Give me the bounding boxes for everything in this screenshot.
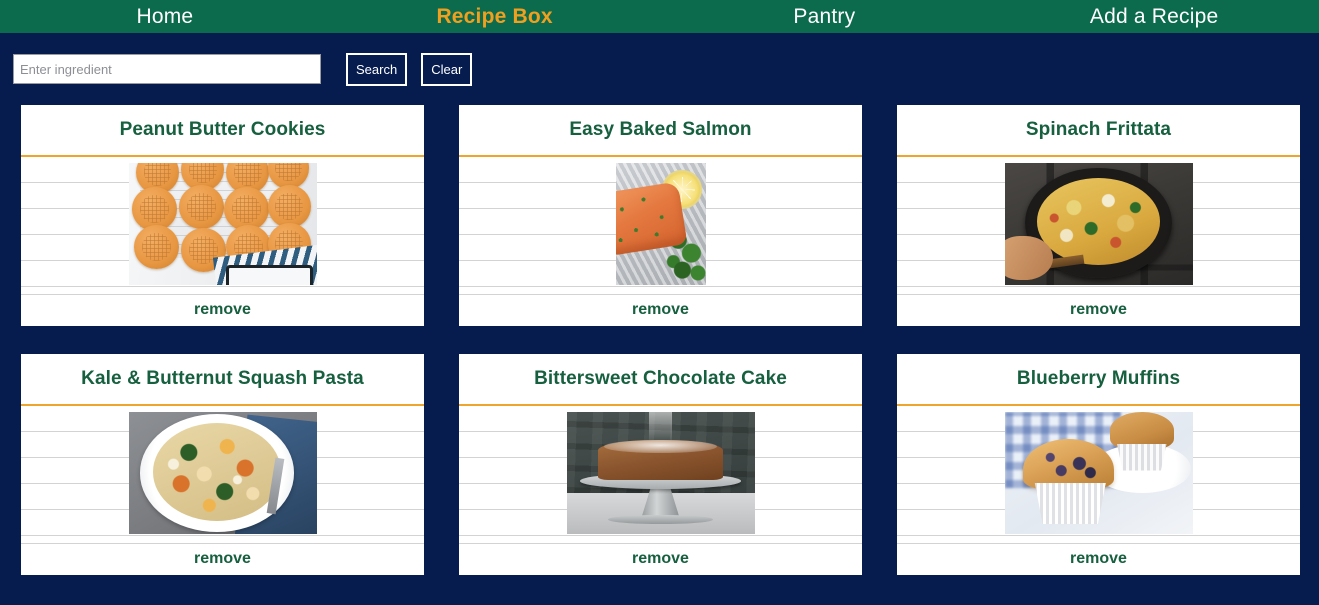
peanut-butter-cookies-photo: [128, 163, 317, 285]
recipe-title: Blueberry Muffins: [1016, 368, 1181, 389]
recipe-card[interactable]: Easy Baked Salmon remove: [459, 105, 862, 326]
recipe-card-body: [897, 406, 1300, 543]
nav-item-pantry[interactable]: Pantry: [660, 0, 990, 33]
recipe-title: Kale & Butternut Squash Pasta: [81, 368, 364, 389]
ingredient-search-bar: Search Clear: [0, 33, 1319, 105]
search-button[interactable]: Search: [346, 52, 408, 86]
remove-recipe-button[interactable]: remove: [21, 543, 424, 575]
main-navigation: Home Recipe Box Pantry Add a Recipe: [0, 0, 1319, 33]
recipe-card-body: [459, 157, 862, 294]
remove-recipe-button[interactable]: remove: [897, 294, 1300, 326]
recipe-card-body: [897, 157, 1300, 294]
remove-recipe-button[interactable]: remove: [459, 543, 862, 575]
recipe-card-body: [21, 157, 424, 294]
bittersweet-chocolate-cake-photo: [566, 412, 755, 534]
clear-button[interactable]: Clear: [421, 52, 473, 86]
nav-item-add-a-recipe[interactable]: Add a Recipe: [989, 0, 1319, 33]
recipe-card[interactable]: Bittersweet Chocolate Cake remove: [459, 354, 862, 575]
recipe-card[interactable]: Peanut Butter Cookies remove: [21, 105, 424, 326]
recipe-card-grid: Peanut Butter Cookies remove Easy Baked …: [0, 105, 1319, 575]
remove-recipe-button[interactable]: remove: [897, 543, 1300, 575]
spinach-frittata-photo: [1004, 163, 1193, 285]
recipe-title: Peanut Butter Cookies: [119, 119, 326, 140]
recipe-card[interactable]: Kale & Butternut Squash Pasta remove: [21, 354, 424, 575]
recipe-title: Easy Baked Salmon: [569, 119, 752, 140]
recipe-card[interactable]: Spinach Frittata remove: [897, 105, 1300, 326]
recipe-card-body: [459, 406, 862, 543]
ingredient-search-input[interactable]: [13, 54, 321, 84]
easy-baked-salmon-photo: [615, 163, 706, 285]
recipe-card[interactable]: Blueberry Muffins remove: [897, 354, 1300, 575]
blueberry-muffins-photo: [1004, 412, 1193, 534]
kale-butternut-squash-pasta-photo: [128, 412, 317, 534]
recipe-title: Bittersweet Chocolate Cake: [534, 368, 787, 389]
remove-recipe-button[interactable]: remove: [21, 294, 424, 326]
nav-item-recipe-box[interactable]: Recipe Box: [330, 0, 660, 33]
recipe-title: Spinach Frittata: [1025, 119, 1172, 140]
nav-item-home[interactable]: Home: [0, 0, 330, 33]
remove-recipe-button[interactable]: remove: [459, 294, 862, 326]
recipe-card-body: [21, 406, 424, 543]
